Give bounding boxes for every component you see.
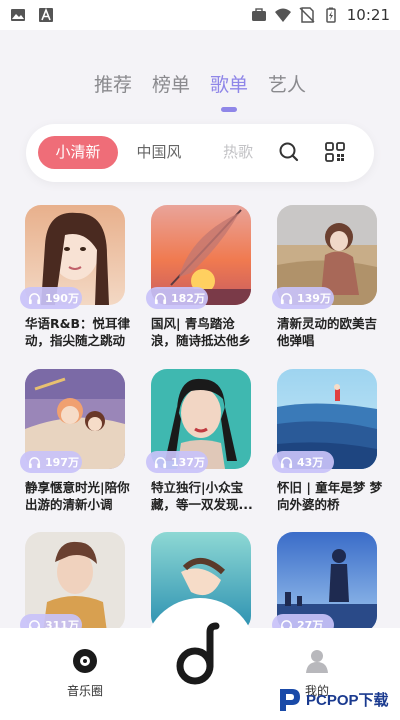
no-sim-icon — [299, 7, 315, 23]
battery-charging-icon — [326, 7, 336, 23]
play-count-badge: 139万 — [272, 287, 334, 309]
top-tabs: 推荐 榜单 歌单 艺人 — [0, 70, 400, 100]
headphones-icon — [154, 456, 167, 468]
play-count: 182万 — [171, 292, 205, 305]
playlist-card[interactable]: 311万 — [20, 532, 131, 636]
headphones-icon — [280, 456, 293, 468]
playlist-title: 特立独行|小众宝藏，等一双发现... — [151, 480, 253, 512]
play-count: 197万 — [45, 456, 79, 469]
playlist-title: 怀旧 | 童年是梦 梦向外婆的桥 — [277, 480, 383, 512]
playlist-card[interactable]: 139万 清新灵动的欧美吉他弹唱 — [272, 205, 383, 349]
status-bar: 10:21 — [0, 0, 400, 30]
playlist-card[interactable]: 43万 怀旧 | 童年是梦 梦向外婆的桥 — [272, 369, 383, 513]
tab-playlists[interactable]: 歌单 — [210, 70, 248, 100]
tab-charts[interactable]: 榜单 — [152, 70, 190, 100]
nav-music-circle-label: 音乐圈 — [66, 684, 103, 698]
watermark-text: PCPOP下载 — [306, 691, 389, 709]
watermark: PCPOP下载 — [276, 682, 400, 716]
category-chip-hot[interactable]: 热歌 — [220, 136, 256, 169]
playlist-title: 清新灵动的欧美吉他弹唱 — [277, 316, 378, 348]
scan-grid-icon[interactable] — [324, 141, 346, 163]
a-icon — [39, 7, 53, 22]
tab-indicator — [221, 107, 237, 112]
play-count-badge: 182万 — [146, 287, 208, 309]
briefcase-icon — [251, 8, 266, 21]
image-icon — [11, 9, 25, 21]
playlist-card[interactable]: 182万 国风| 青鸟踏沧浪，随诗抵达他乡 — [146, 205, 257, 349]
nav-music-circle[interactable]: 音乐圈 — [58, 648, 112, 699]
playlist-card[interactable]: 197万 静享惬意时光|陪你出游的清新小调 — [20, 369, 131, 513]
play-count-badge: 190万 — [20, 287, 82, 309]
clock: 10:21 — [346, 6, 390, 24]
playlist-title: 华语R&B：悦耳律动，指尖随之跳动 — [25, 316, 131, 348]
headphones-icon — [154, 292, 167, 304]
app-logo-button[interactable] — [173, 620, 227, 690]
headphones-icon — [280, 292, 293, 304]
search-icon[interactable] — [278, 141, 300, 163]
category-chip-chinese-style[interactable]: 中国风 — [134, 136, 184, 169]
record-icon — [73, 649, 97, 673]
play-count-badge: 43万 — [272, 451, 334, 473]
category-chip-fresh[interactable]: 小清新 — [38, 136, 118, 169]
playlist-title: 国风| 青鸟踏沧浪，随诗抵达他乡 — [151, 316, 252, 348]
tab-recommend[interactable]: 推荐 — [94, 70, 132, 100]
playlist-card[interactable]: 27万 — [272, 532, 383, 636]
pcpop-logo-icon — [280, 689, 300, 711]
playlist-card[interactable]: 190万 华语R&B：悦耳律动，指尖随之跳动 — [20, 205, 131, 349]
music-note-logo-icon — [176, 622, 220, 685]
tab-artists[interactable]: 艺人 — [268, 70, 306, 100]
wifi-icon — [274, 8, 291, 22]
playlist-card[interactable]: 137万 特立独行|小众宝藏，等一双发现... — [146, 369, 257, 513]
category-bar: 小清新 中国风 热歌 — [26, 124, 374, 182]
play-count: 139万 — [297, 292, 331, 305]
play-count: 190万 — [45, 292, 79, 305]
play-count: 137万 — [171, 456, 205, 469]
play-count: 43万 — [297, 456, 324, 469]
headphones-icon — [28, 292, 41, 304]
headphones-icon — [28, 456, 41, 468]
user-icon — [306, 650, 328, 673]
play-count-badge: 197万 — [20, 451, 82, 473]
play-count-badge: 137万 — [146, 451, 208, 473]
playlist-title: 静享惬意时光|陪你出游的清新小调 — [25, 480, 130, 512]
